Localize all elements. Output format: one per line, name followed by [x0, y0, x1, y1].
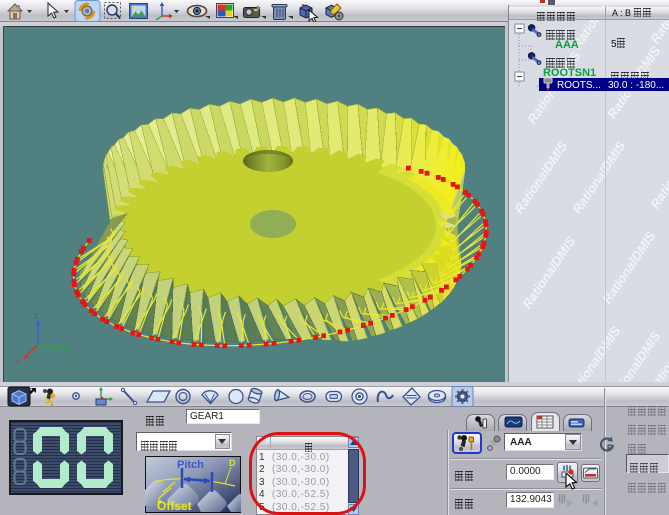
svg-text:Offset: Offset — [157, 499, 192, 513]
svg-text:Pitch: Pitch — [177, 459, 204, 471]
svg-text:y: y — [63, 344, 68, 354]
svg-text:z: z — [34, 310, 39, 320]
svg-text:x: x — [16, 356, 21, 366]
svg-text:D: D — [229, 458, 236, 468]
